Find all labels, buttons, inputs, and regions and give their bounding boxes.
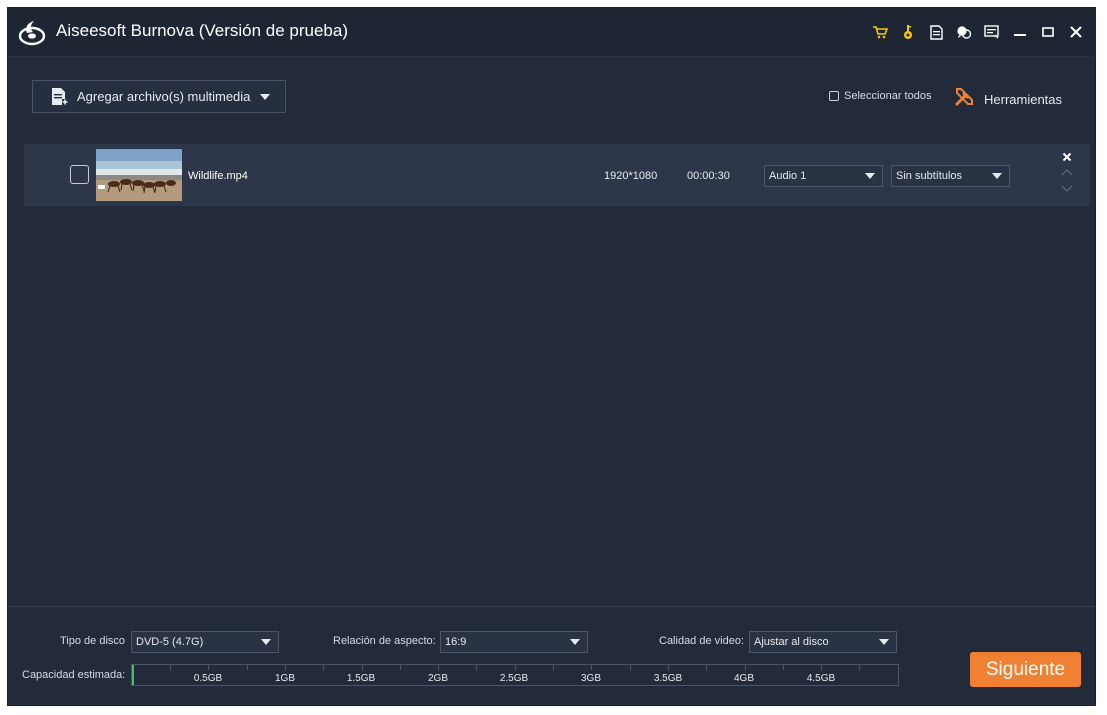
capacity-tick	[400, 665, 401, 670]
capacity-scale-label: 0.5GB	[193, 673, 223, 684]
chevron-down-icon	[992, 173, 1002, 179]
capacity-scale-label: 1GB	[274, 673, 296, 684]
capacity-tick	[323, 665, 324, 670]
capacity-tick	[745, 665, 746, 670]
add-media-label: Agregar archivo(s) multimedia	[77, 89, 251, 104]
tools-button[interactable]: Herramientas	[953, 86, 1062, 113]
capacity-bar: 0.5GB 1GB 1.5GB 2GB 2.5GB 3GB 3.5GB 4GB 4.5GB	[131, 664, 899, 686]
remove-file-button[interactable]	[1060, 150, 1074, 164]
move-down-button[interactable]	[1061, 180, 1073, 192]
file-resolution: 1920*1080	[604, 170, 658, 182]
capacity-tick	[362, 665, 363, 670]
add-file-icon	[51, 87, 69, 107]
capacity-scale-label: 4GB	[733, 673, 755, 684]
video-quality-label: Calidad de video:	[659, 635, 745, 647]
checkbox-icon	[829, 91, 839, 101]
file-duration: 00:00:30	[687, 170, 730, 182]
capacity-tick	[208, 665, 209, 670]
aspect-ratio-label: Relación de aspecto:	[333, 635, 436, 647]
chevron-down-icon	[570, 639, 580, 645]
capacity-tick	[630, 665, 631, 670]
chevron-down-icon	[260, 93, 271, 100]
burnova-logo-icon	[18, 20, 46, 46]
tools-label: Herramientas	[984, 92, 1063, 107]
video-quality-select[interactable]: Ajustar al disco	[749, 631, 897, 653]
file-row[interactable]: Wildlife.mp4 1920*1080 00:00:30 Audio 1 …	[24, 144, 1090, 206]
capacity-tick	[668, 665, 669, 670]
cart-icon[interactable]	[869, 21, 891, 43]
move-up-button[interactable]	[1061, 165, 1073, 176]
capacity-tick	[285, 665, 286, 670]
capacity-tick	[783, 665, 784, 670]
menu-icon[interactable]	[981, 21, 1003, 43]
subtitle-select[interactable]: Sin subtítulos	[891, 165, 1010, 187]
select-all-checkbox[interactable]: Seleccionar todos	[829, 90, 931, 102]
capacity-label: Capacidad estimada:	[22, 669, 126, 681]
audio-track-select[interactable]: Audio 1	[764, 165, 883, 187]
capacity-scale-label: 4.5GB	[806, 673, 836, 684]
subtitle-value: Sin subtítulos	[896, 170, 963, 182]
video-thumbnail	[96, 149, 182, 201]
title-divider	[8, 56, 1095, 57]
capacity-tick	[476, 665, 477, 670]
minimize-icon[interactable]	[1009, 21, 1031, 43]
capacity-tick	[821, 665, 822, 670]
app-window: Aiseesoft Burnova (Versión de prueba) Ag…	[7, 7, 1096, 706]
title-bar: Aiseesoft Burnova (Versión de prueba)	[8, 8, 1095, 56]
maximize-icon[interactable]	[1037, 21, 1059, 43]
file-checkbox[interactable]	[70, 165, 89, 184]
add-media-button[interactable]: Agregar archivo(s) multimedia	[32, 80, 286, 113]
disc-type-value: DVD-5 (4.7G)	[136, 636, 204, 648]
capacity-tick	[553, 665, 554, 670]
capacity-fill	[132, 665, 134, 685]
feedback-icon[interactable]	[953, 21, 975, 43]
capacity-tick	[515, 665, 516, 670]
file-name: Wildlife.mp4	[188, 170, 248, 182]
tools-icon	[953, 86, 975, 113]
aspect-ratio-value: 16:9	[445, 636, 467, 648]
capacity-tick	[170, 665, 171, 670]
capacity-scale-label: 3GB	[580, 673, 602, 684]
chevron-down-icon	[865, 173, 875, 179]
close-icon[interactable]	[1065, 21, 1087, 43]
capacity-scale-label: 1.5GB	[346, 673, 376, 684]
chevron-down-icon	[261, 639, 271, 645]
aspect-ratio-select[interactable]: 16:9	[440, 631, 588, 653]
audio-track-value: Audio 1	[769, 170, 807, 182]
title-bar-actions	[869, 20, 1087, 44]
capacity-tick	[438, 665, 439, 670]
select-all-label: Seleccionar todos	[844, 90, 932, 102]
key-icon[interactable]	[897, 21, 919, 43]
video-quality-value: Ajustar al disco	[754, 636, 829, 648]
disc-type-select[interactable]: DVD-5 (4.7G)	[131, 631, 279, 653]
capacity-tick	[859, 665, 860, 670]
chevron-down-icon	[879, 639, 889, 645]
document-icon[interactable]	[925, 21, 947, 43]
capacity-scale-label: 2GB	[427, 673, 449, 684]
bottom-panel: Tipo de disco DVD-5 (4.7G) Relación de a…	[8, 606, 1095, 705]
capacity-tick	[247, 665, 248, 670]
next-button[interactable]: Siguiente	[970, 652, 1081, 687]
capacity-tick	[706, 665, 707, 670]
capacity-scale-label: 2.5GB	[499, 673, 529, 684]
disc-type-label: Tipo de disco	[60, 635, 126, 647]
app-title: Aiseesoft Burnova (Versión de prueba)	[56, 21, 349, 40]
capacity-tick	[591, 665, 592, 670]
capacity-scale-label: 3.5GB	[653, 673, 683, 684]
